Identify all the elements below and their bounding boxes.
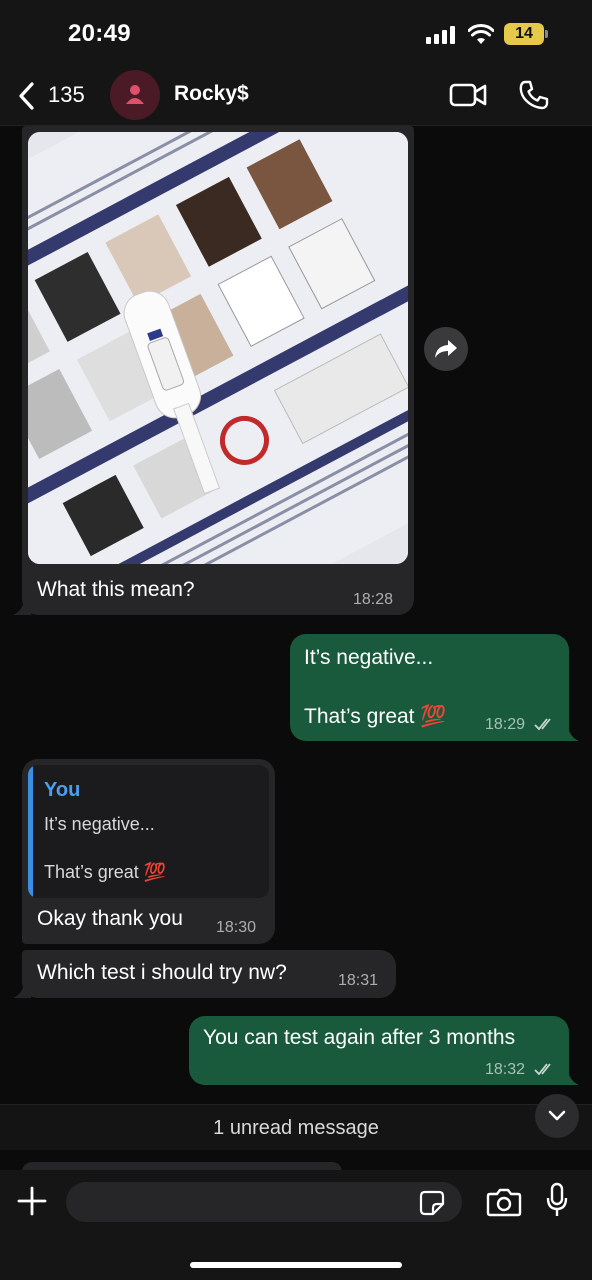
cellular-signal-icon — [426, 26, 458, 44]
sticker-icon[interactable] — [419, 1190, 445, 1216]
quote-line-2: That’s great 💯 — [44, 862, 167, 882]
contact-name[interactable]: Rocky$ — [174, 82, 249, 106]
battery-level: 14 — [504, 23, 544, 45]
chevron-down-icon — [548, 1110, 566, 1121]
avatar[interactable] — [110, 70, 160, 120]
message-text: You can test again after 3 months — [203, 1026, 516, 1049]
battery-icon — [545, 30, 548, 38]
forward-button[interactable] — [424, 327, 468, 371]
outgoing-message[interactable]: It’s negative... That’s great 💯 18:29 — [290, 634, 569, 741]
message-line-1: It’s negative... — [304, 646, 434, 669]
quote-author: You — [44, 779, 81, 801]
quote-accent-bar — [28, 765, 33, 898]
bubble-tail — [13, 980, 31, 998]
plus-icon[interactable] — [16, 1185, 48, 1217]
back-button-count[interactable]: 135 — [48, 82, 85, 108]
bubble-tail — [561, 723, 579, 741]
back-chevron-icon[interactable] — [16, 81, 38, 111]
status-time: 20:49 — [68, 20, 131, 47]
chat-header: 135 Rocky$ — [0, 70, 592, 126]
message-text: What this mean? — [37, 578, 195, 601]
message-line-2: That’s great 💯 — [304, 705, 447, 728]
wifi-icon — [468, 24, 494, 44]
person-icon — [126, 85, 144, 104]
forward-arrow-icon — [435, 340, 457, 358]
message-input[interactable] — [66, 1182, 462, 1222]
unread-label: 1 unread message — [213, 1117, 379, 1139]
read-receipt-icon — [534, 718, 551, 731]
unread-divider: 1 unread message — [0, 1104, 592, 1150]
status-bar: 20:49 14 — [0, 0, 592, 70]
chat-messages[interactable]: What this mean? 18:28 It’s negative... T… — [0, 126, 592, 1106]
camera-icon[interactable] — [486, 1187, 522, 1217]
microphone-icon[interactable] — [546, 1182, 568, 1218]
home-indicator — [190, 1262, 402, 1268]
bubble-tail — [561, 1067, 579, 1085]
quote-line-1: It’s negative... — [44, 814, 155, 834]
reply-message[interactable]: You It’s negative... That’s great 💯 Okay… — [22, 759, 275, 944]
message-time: 18:32 — [485, 1061, 526, 1078]
hiv-test-instructions-photo — [28, 132, 408, 564]
image-message[interactable]: What this mean? 18:28 — [22, 126, 414, 615]
read-receipt-icon — [534, 1063, 551, 1076]
test-photo[interactable] — [28, 132, 408, 564]
message-time: 18:29 — [485, 716, 526, 733]
message-time: 18:31 — [338, 972, 379, 989]
incoming-message[interactable]: Which test i should try nw? 18:31 — [22, 950, 396, 998]
scroll-to-bottom-button[interactable] — [535, 1094, 579, 1138]
message-text: Okay thank you — [37, 907, 183, 930]
message-time: 18:30 — [216, 919, 257, 936]
message-text: Which test i should try nw? — [37, 961, 287, 984]
outgoing-message[interactable]: You can test again after 3 months 18:32 — [189, 1016, 569, 1085]
message-time: 18:28 — [353, 591, 394, 608]
bubble-tail — [13, 597, 31, 615]
quoted-message[interactable]: You It’s negative... That’s great 💯 — [28, 765, 269, 898]
video-call-icon[interactable] — [449, 82, 487, 108]
composer — [0, 1170, 592, 1280]
phone-call-icon[interactable] — [518, 79, 550, 111]
